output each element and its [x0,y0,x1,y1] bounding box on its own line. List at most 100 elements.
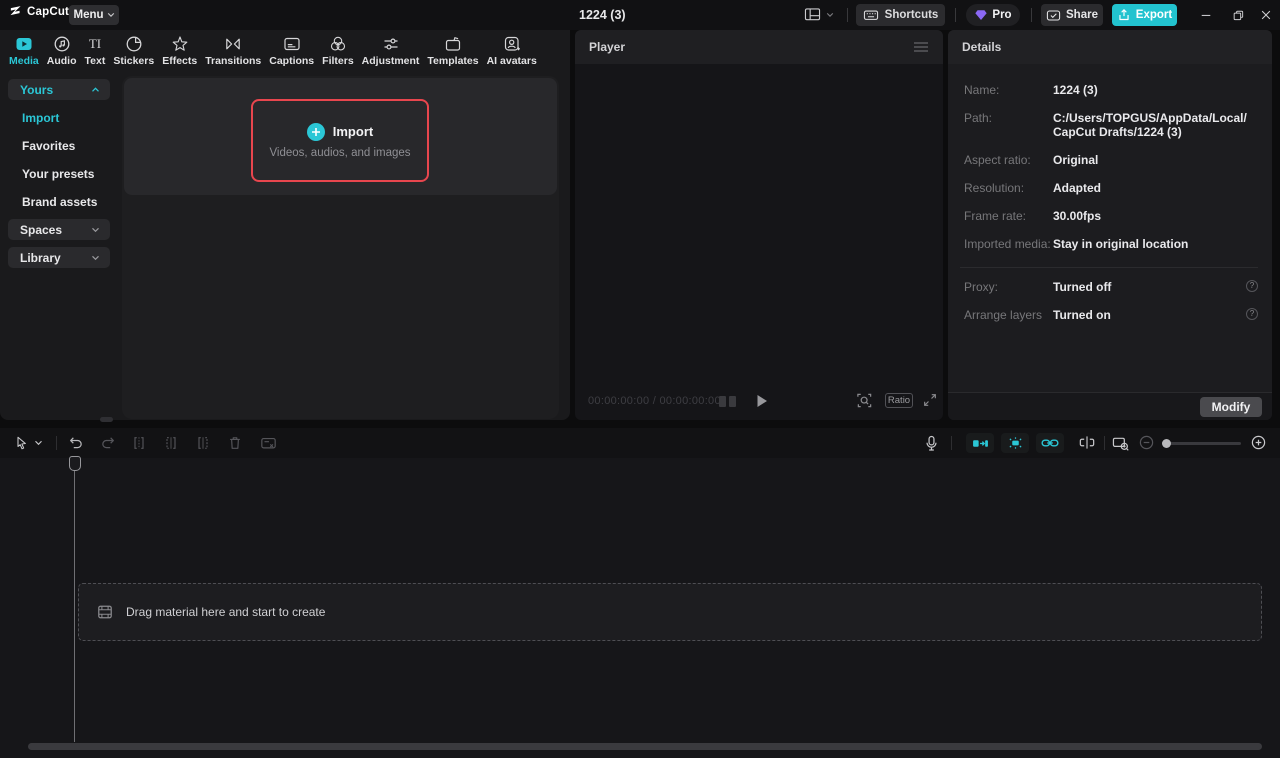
sidebar-scrollbar[interactable] [100,417,113,422]
divider [1031,8,1032,22]
sidebar-item-brand-assets[interactable]: Brand assets [22,195,97,209]
project-title: 1224 (3) [579,8,626,22]
gem-icon [975,10,988,20]
sidebar-item-your-presets[interactable]: Your presets [22,167,94,181]
tab-text[interactable]: TI Text [81,33,110,69]
record-voiceover-icon[interactable] [924,435,939,452]
clear-selection-icon[interactable] [260,435,277,451]
export-button[interactable]: Export [1112,4,1177,26]
restore-button[interactable] [1224,0,1252,30]
zoom-slider-handle[interactable] [1162,438,1171,448]
main-track-magnet-button[interactable] [966,433,994,453]
tab-label: Text [84,55,106,67]
tab-captions[interactable]: Captions [265,33,318,69]
select-tool-icon[interactable] [14,435,30,451]
layout-switch-button[interactable] [804,7,834,22]
spaces-label: Spaces [20,222,63,237]
detail-value: Turned off [1053,280,1112,294]
timecode: 00:00:00:00 / 00:00:00:00 [588,395,721,407]
undo-icon[interactable] [68,435,84,451]
pro-badge[interactable]: Pro [966,4,1020,26]
player-header: Player [575,30,943,64]
delete-right-icon[interactable] [195,435,211,451]
detail-row-path: Path: C:/Users/TOPGUS/AppData/Local/CapCu… [964,111,1258,139]
tab-label: Filters [322,55,354,67]
zoom-out-icon[interactable] [1139,435,1154,450]
help-icon[interactable]: ? [1246,280,1258,292]
detail-row-imported-media: Imported media: Stay in original location [964,237,1258,251]
split-icon[interactable] [131,435,147,451]
capcut-logo-icon [8,5,23,18]
chevron-up-icon [91,86,100,93]
timeline-zoom-slider[interactable] [1162,438,1241,448]
delete-icon[interactable] [227,435,243,451]
link-clips-button[interactable] [1036,433,1064,453]
tab-media[interactable]: Media [5,33,43,69]
delete-left-icon[interactable] [163,435,179,451]
share-button[interactable]: Share [1041,4,1103,26]
timeline-view-icon[interactable] [1112,435,1130,452]
sidebar-item-import[interactable]: Import [22,111,59,125]
timeline-toolbar [0,428,1280,458]
tab-label: Transitions [205,55,262,67]
media-library-panel: Media Audio TI Text Stickers Effects Tra… [0,30,570,422]
timeline-dropzone[interactable]: Drag material here and start to create [78,583,1262,641]
tab-adjustment[interactable]: Adjustment [358,33,424,69]
playhead-handle[interactable] [69,456,81,471]
text-icon: TI [86,35,104,53]
detail-row-aspect-ratio: Aspect ratio: Original [964,153,1258,167]
sidebar-group-spaces[interactable]: Spaces [8,219,110,240]
divider [955,8,956,22]
tab-label: Media [9,55,39,67]
asset-tab-bar: Media Audio TI Text Stickers Effects Tra… [5,33,541,69]
menu-button[interactable]: Menu [69,5,119,25]
brand-name: CapCut [27,5,70,18]
ai-avatars-icon [503,35,521,53]
tab-ai-avatars[interactable]: AI avatars [483,33,541,69]
help-icon[interactable]: ? [1246,308,1258,320]
ratio-button[interactable]: Ratio [885,393,913,408]
fullscreen-icon[interactable] [922,392,938,408]
zoom-fit-icon[interactable] [856,392,873,409]
tab-label: Templates [427,55,479,67]
library-label: Library [20,250,61,265]
tab-filters[interactable]: Filters [318,33,358,69]
share-icon [1046,10,1061,20]
preview-axis-icon[interactable] [1078,435,1096,450]
player-title: Player [589,40,626,54]
dropzone-text: Drag material here and start to create [126,605,326,619]
redo-icon[interactable] [100,435,116,451]
zoom-in-icon[interactable] [1251,435,1266,450]
tab-label: Adjustment [361,55,420,67]
tab-transitions[interactable]: Transitions [201,33,265,69]
import-title: Import [332,124,374,139]
play-button[interactable] [756,394,768,408]
import-button[interactable]: Import Videos, audios, and images [251,99,429,182]
detail-row-frame-rate: Frame rate: 30.00fps [964,209,1258,223]
tab-effects[interactable]: Effects [158,33,201,69]
auto-snap-button[interactable] [1001,433,1029,453]
effects-icon [171,35,189,53]
close-button[interactable] [1252,0,1280,30]
shortcuts-button[interactable]: Shortcuts [856,4,945,26]
sidebar-item-favorites[interactable]: Favorites [22,139,75,153]
sidebar-group-library[interactable]: Library [8,247,110,268]
import-dropzone[interactable]: Import Videos, audios, and images [124,78,557,195]
detail-value: 30.00fps [1053,209,1102,223]
player-controls: 00:00:00:00 / 00:00:00:00 Ratio [575,388,943,414]
details-panel: Details Name: 1224 (3) Path: C:/Users/TOPG… [948,30,1272,420]
timeline-horizontal-scrollbar[interactable] [28,743,1262,750]
sidebar-group-yours[interactable]: Yours [8,79,110,100]
chevron-down-icon[interactable] [34,440,43,446]
chevron-down-icon [107,13,114,17]
layout-icon [804,8,821,21]
timeline-area: Drag material here and start to create [0,458,1280,758]
tab-templates[interactable]: Templates [423,33,482,69]
filters-icon [329,35,347,53]
tab-audio[interactable]: Audio [43,33,81,69]
player-menu-icon[interactable] [913,41,929,53]
tab-stickers[interactable]: Stickers [109,33,158,69]
yours-label: Yours [20,82,54,97]
minimize-button[interactable] [1192,0,1220,30]
modify-button[interactable]: Modify [1200,397,1262,417]
